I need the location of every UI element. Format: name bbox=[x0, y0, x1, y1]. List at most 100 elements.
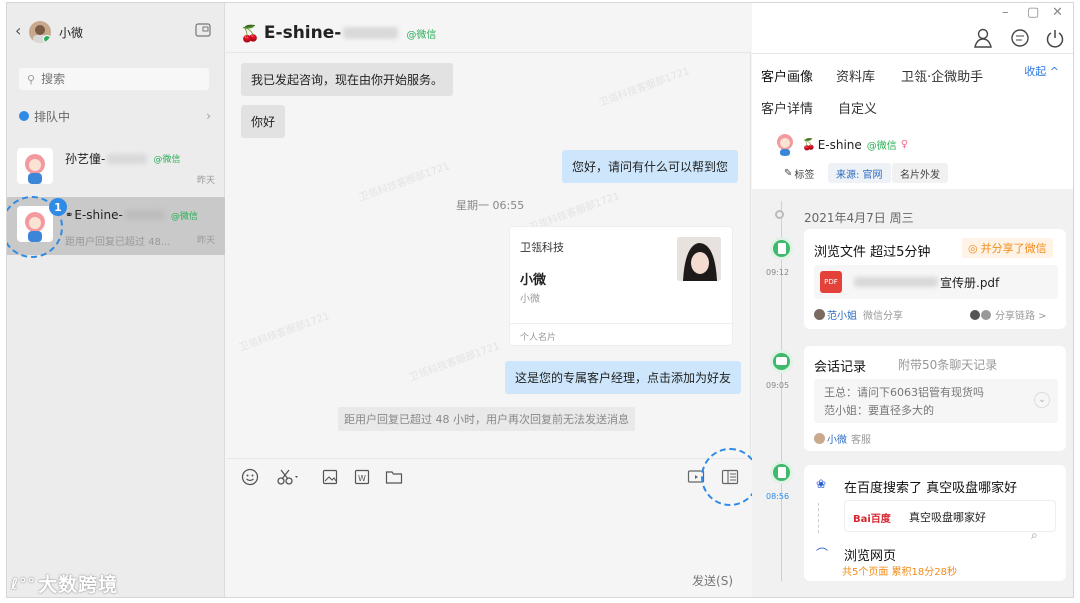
watermark-text: 卫瓴科技客服部1721 bbox=[407, 340, 502, 384]
avatar-icon bbox=[814, 433, 825, 444]
chat-time: 昨天 bbox=[196, 236, 215, 246]
chat-list-item[interactable]: 孙艺僮- @微信 昨天 bbox=[7, 139, 225, 197]
cherry-icon: 🍒 bbox=[240, 23, 260, 43]
baidu-paw-icon: ❀ bbox=[816, 477, 827, 491]
close-icon[interactable]: ✕ bbox=[1052, 5, 1063, 20]
word-doc-icon[interactable]: W bbox=[352, 467, 372, 487]
tab-custom[interactable]: 自定义 bbox=[838, 98, 877, 117]
event-actor: 小微 客服 bbox=[814, 431, 871, 446]
emoji-icon[interactable] bbox=[240, 467, 260, 487]
queue-row[interactable]: 排队中 › bbox=[19, 107, 211, 125]
blurred-text bbox=[107, 153, 148, 164]
share-chain-link[interactable]: 分享链路 > bbox=[970, 307, 1047, 322]
tab-library[interactable]: 资料库 bbox=[836, 66, 875, 85]
event-title: 浏览文件 超过5分钟 bbox=[814, 245, 931, 260]
connector-line bbox=[818, 503, 819, 533]
expand-icon[interactable]: ⌄ bbox=[1034, 392, 1050, 408]
wechat-source-tag: @微信 bbox=[406, 29, 437, 41]
contact-name: 孙艺僮- @微信 bbox=[65, 150, 180, 167]
event-card[interactable]: 浏览文件 超过5分钟 ◎ 并分享了微信 PDF 宣传册.pdf 范小姐 微信分享 bbox=[804, 229, 1066, 329]
power-icon[interactable] bbox=[1044, 27, 1066, 49]
lock-icon: ⚭ bbox=[65, 209, 74, 221]
scissors-icon[interactable] bbox=[276, 467, 302, 487]
activity-timeline: 2021年4月7日 周三 09:12 浏览文件 超过5分钟 ◎ 并分享了微信 P… bbox=[752, 189, 1073, 597]
watermark-text: 卫瓴科技客服部1721 bbox=[237, 310, 332, 354]
tag-label: 标签 bbox=[794, 169, 815, 181]
contact-name-text: E-shine- bbox=[74, 208, 123, 222]
date-dot-icon bbox=[775, 210, 784, 219]
user-name: 小微 bbox=[59, 26, 84, 40]
minimize-icon[interactable]: – bbox=[1002, 5, 1009, 20]
blurred-text bbox=[343, 27, 399, 39]
maximize-icon[interactable]: ▢ bbox=[1027, 5, 1039, 20]
tab-assistant[interactable]: 卫瓴·企微助手 bbox=[901, 66, 983, 85]
customer-name: 🍒 E-shine @微信 ♀ bbox=[802, 137, 908, 153]
watermark-text: 卫瓴科技客服部1721 bbox=[357, 160, 452, 204]
highlight-circle bbox=[701, 448, 759, 506]
chat-title-text: E-shine- bbox=[263, 23, 342, 43]
back-icon[interactable]: ‹ bbox=[15, 21, 21, 40]
event-time: 08:56 bbox=[766, 492, 790, 501]
event-title: 会话记录 bbox=[814, 360, 867, 375]
card-share-chip[interactable]: 名片外发 bbox=[892, 163, 948, 183]
web-page-icon: ⌒ bbox=[816, 547, 829, 561]
avatar-icon bbox=[981, 309, 991, 320]
event-card[interactable]: 会话记录 附带50条聊天记录 王总：请问下6063铝管有现货吗 范小姐：要直径多… bbox=[804, 346, 1066, 451]
brand-logo-icon: ℓ°° bbox=[11, 574, 37, 593]
new-window-icon[interactable] bbox=[195, 23, 211, 37]
event-time: 09:05 bbox=[766, 381, 790, 390]
chat-title: 🍒 E-shine- @微信 bbox=[240, 23, 436, 43]
message-bubble-incoming: 你好 bbox=[241, 105, 286, 138]
message-bubble-incoming: 我已发起咨询，现在由你开始服务。 bbox=[241, 63, 454, 96]
event-actor: 范小姐 微信分享 bbox=[814, 307, 903, 322]
actor-name: 小微 bbox=[827, 435, 847, 446]
folder-icon[interactable] bbox=[384, 467, 404, 487]
system-notice: 距用户回复已超过 48 小时，用户再次回复前无法发送消息 bbox=[338, 407, 635, 431]
chat-preview: 距用户回复已超过 48... bbox=[65, 237, 171, 248]
actor-action: 客服 bbox=[851, 435, 871, 446]
user-avatar[interactable] bbox=[29, 21, 51, 43]
document-event-icon bbox=[770, 237, 793, 260]
shared-badge-text: 并分享了微信 bbox=[980, 242, 1047, 255]
event-card[interactable]: ❀ 在百度搜索了 真空吸盘哪家好 Bai百度 真空吸盘哪家好 ⌕ ⌒ 浏览网页 … bbox=[804, 465, 1066, 581]
event-time: 09:12 bbox=[766, 268, 790, 277]
watermark-text: 卫瓴科技客服部1721 bbox=[597, 65, 692, 109]
wechat-source-tag: @微信 bbox=[153, 155, 181, 165]
chat-event-icon bbox=[770, 350, 793, 373]
card-footer: 个人名片 bbox=[520, 333, 557, 343]
contact-card[interactable]: 卫瓴科技 小微 小微 个人名片 bbox=[509, 226, 734, 346]
online-status-icon bbox=[43, 35, 51, 43]
source-chip: 来源: 官网 bbox=[828, 163, 891, 183]
message-icon[interactable] bbox=[1009, 27, 1031, 49]
person-icon[interactable] bbox=[972, 27, 994, 49]
blurred-text bbox=[124, 210, 165, 220]
app-window: ‹ 小微 ⚲ 排队中 › 孙艺僮- @微信 bbox=[6, 2, 1074, 598]
actor-name: 范小姐 bbox=[827, 311, 857, 322]
card-photo bbox=[677, 237, 721, 281]
search-input[interactable] bbox=[41, 72, 192, 86]
send-button[interactable]: 发送(S) bbox=[692, 572, 733, 589]
file-row[interactable]: PDF 宣传册.pdf bbox=[814, 265, 1058, 299]
tab-customer-details[interactable]: 客户详情 bbox=[761, 98, 813, 117]
svg-text:W: W bbox=[358, 474, 366, 483]
date-label: 2021年4月7日 周三 bbox=[804, 211, 914, 225]
tag-button[interactable]: ✎ 标签 bbox=[776, 163, 823, 183]
share-icon: ◎ bbox=[968, 241, 978, 255]
search-box[interactable]: ⚲ bbox=[19, 68, 209, 90]
tab-customer-profile[interactable]: 客户画像 bbox=[761, 66, 813, 85]
image-icon[interactable] bbox=[320, 467, 340, 487]
avatar-icon bbox=[970, 309, 980, 320]
contact-name-text: 孙艺僮- bbox=[65, 152, 106, 166]
excerpt-line: 范小姐：要直径多大的 bbox=[824, 404, 934, 417]
card-company: 卫瓴科技 bbox=[520, 241, 564, 254]
collapse-button[interactable]: 收起 ^ bbox=[1024, 63, 1059, 79]
shared-badge: ◎ 并分享了微信 bbox=[962, 238, 1053, 258]
sidebar: ‹ 小微 ⚲ 排队中 › 孙艺僮- @微信 bbox=[7, 3, 225, 597]
search-result-box[interactable]: Bai百度 真空吸盘哪家好 ⌕ bbox=[844, 500, 1056, 542]
message-bubble-outgoing: 您好，请问有什么可以帮到您 bbox=[562, 150, 739, 183]
clock-icon bbox=[19, 111, 29, 121]
search-icon[interactable]: ⌕ bbox=[1031, 528, 1038, 543]
time-separator: 星期一 06:55 bbox=[456, 199, 525, 212]
actor-action: 微信分享 bbox=[863, 311, 903, 322]
chat-header: 🍒 E-shine- @微信 bbox=[226, 3, 751, 53]
